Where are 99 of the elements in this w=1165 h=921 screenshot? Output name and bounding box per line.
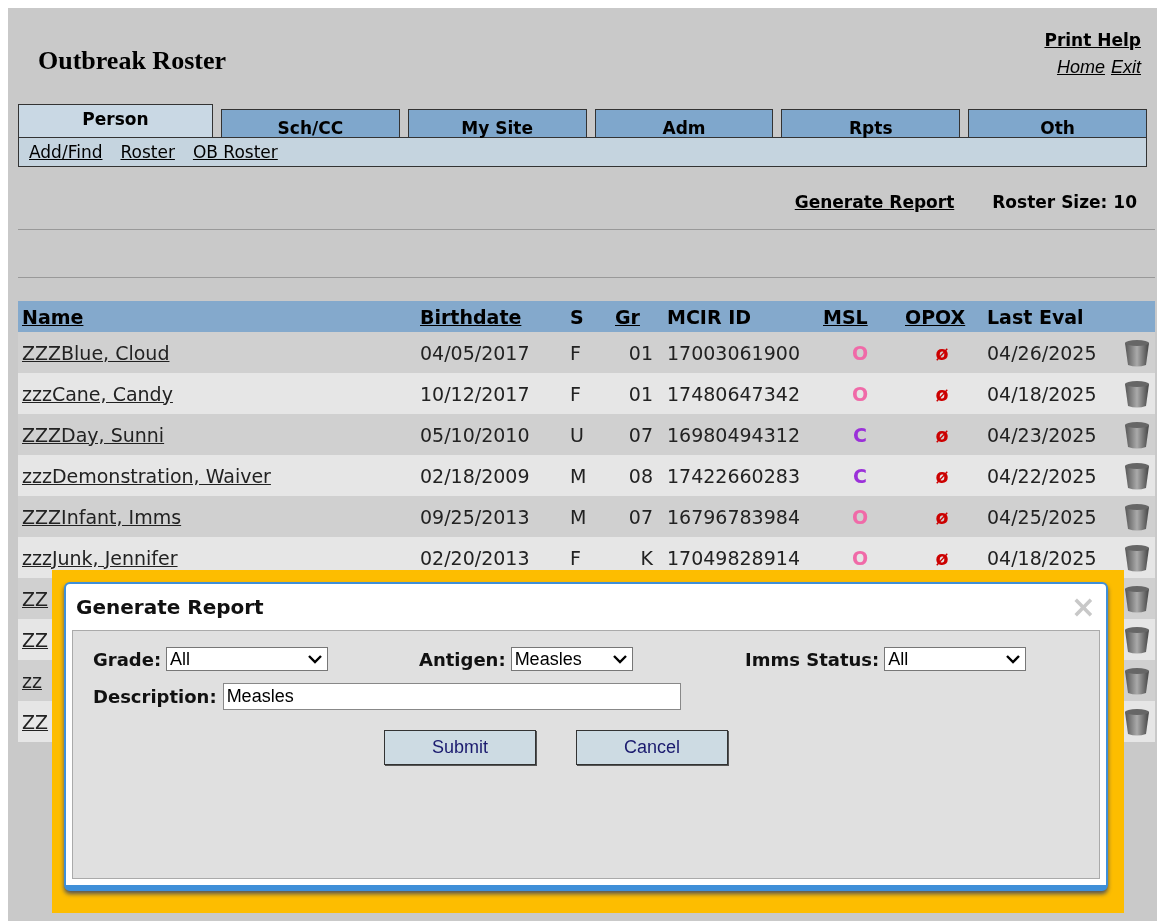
trash-icon[interactable] [1124,666,1150,695]
msl-status: O [851,546,869,569]
grade-cell: 08 [628,464,653,487]
birthdate-cell: 04/05/2017 [420,341,530,364]
birthdate-cell: 02/20/2013 [420,546,530,569]
description-field[interactable]: Measles [222,683,681,710]
msl-status: C [853,464,867,487]
dialog-button[interactable]: Cancel [576,730,728,765]
person-name-link[interactable]: zzzJunk, Jennifer [22,546,178,569]
sex-cell: F [570,341,581,364]
chevron-icon [611,654,628,664]
mcir-id-cell: 17480647342 [667,382,800,405]
msl-status: O [851,505,869,528]
mcir-id-cell: 16796783984 [667,505,800,528]
page-title: Outbreak Roster [38,46,226,77]
last-eval-cell: 04/26/2025 [987,341,1097,364]
opox-status: ø [935,546,949,569]
nav-tab[interactable]: Oth [968,109,1147,137]
last-eval-cell: 04/18/2025 [987,546,1097,569]
grade-cell: 07 [628,505,653,528]
column-header-link[interactable]: Name [18,305,416,328]
sex-cell: F [570,382,581,405]
column-header: S [569,305,585,328]
opox-status: ø [935,423,949,446]
trash-icon[interactable] [1124,502,1150,531]
dropdown[interactable]: All [166,647,329,671]
person-name-link[interactable]: ZZZDay, Sunni [22,423,165,446]
person-name-link[interactable]: ZZ [22,587,49,610]
trash-icon[interactable] [1124,584,1150,613]
subnav-link[interactable]: Roster [120,142,175,162]
nav-tab[interactable]: My Site [407,109,587,137]
trash-icon[interactable] [1124,707,1150,736]
trash-icon[interactable] [1124,338,1150,367]
birthdate-cell: 05/10/2010 [420,423,530,446]
sex-cell: M [570,464,587,487]
grade-cell: K [640,546,653,569]
mcir-id-cell: 17049828914 [667,546,800,569]
nav-tab[interactable]: Rpts [781,109,961,137]
last-eval-cell: 04/25/2025 [987,505,1097,528]
person-name-link[interactable]: ZZ [22,628,49,651]
person-name-link[interactable]: ZZ [22,710,49,733]
last-eval-cell: 04/23/2025 [987,423,1097,446]
dropdown[interactable]: Measles [510,647,633,671]
subnav-link[interactable]: Add/Find [29,142,103,162]
generate-report-link[interactable]: Generate Report [794,192,955,212]
trash-icon[interactable] [1124,461,1150,490]
column-header: MCIR ID [666,305,752,328]
birthdate-cell: 02/18/2009 [420,464,530,487]
field-label: Imms Status: [745,648,880,670]
grade-cell: 07 [628,423,653,446]
header-link[interactable]: Print Help [1044,30,1141,50]
header-link[interactable]: Exit [1111,57,1141,78]
dialog-button[interactable]: Submit [384,730,536,765]
chevron-icon [307,654,324,664]
birthdate-cell: 09/25/2013 [420,505,530,528]
nav-tab[interactable]: Person [18,104,213,137]
header-link[interactable]: Home [1056,57,1105,78]
mcir-id-cell: 17422660283 [667,464,800,487]
dialog-title: Generate Report [76,595,264,619]
nav-tab[interactable]: Sch/CC [221,109,400,137]
sex-cell: M [570,505,587,528]
person-name-link[interactable]: zzzCane, Candy [22,382,173,405]
mcir-id-cell: 17003061900 [667,341,800,364]
grade-cell: 01 [628,382,653,405]
sex-cell: F [570,546,581,569]
column-header-link[interactable]: Gr [611,305,663,328]
trash-icon[interactable] [1124,625,1150,654]
field-label: Antigen: [419,648,506,670]
birthdate-cell: 10/12/2017 [420,382,530,405]
column-header: Last Eval [986,305,1085,328]
person-name-link[interactable]: zz [22,669,42,692]
msl-status: O [851,382,869,405]
last-eval-cell: 04/18/2025 [987,382,1097,405]
field-label: Grade: [93,648,162,670]
sex-cell: U [570,423,584,446]
opox-status: ø [935,464,949,487]
trash-icon[interactable] [1124,543,1150,572]
opox-status: ø [935,341,949,364]
column-header-link[interactable]: MSL [819,305,901,328]
chevron-icon [1005,654,1022,664]
person-name-link[interactable]: ZZZInfant, Imms [22,505,182,528]
msl-status: O [851,341,869,364]
field-label: Description: [93,686,217,707]
roster-size: Roster Size: 10 [992,192,1137,212]
msl-status: C [853,423,867,446]
column-header-link[interactable]: Birthdate [416,305,566,328]
nav-tab[interactable]: Adm [594,109,774,137]
trash-icon[interactable] [1124,420,1150,449]
mcir-id-cell: 16980494312 [667,423,800,446]
opox-status: ø [935,505,949,528]
person-name-link[interactable]: ZZZBlue, Cloud [22,341,170,364]
column-header-link[interactable]: OPOX [901,305,983,328]
opox-status: ø [935,382,949,405]
person-name-link[interactable]: zzzDemonstration, Waiver [22,464,271,487]
trash-icon[interactable] [1124,379,1150,408]
dropdown[interactable]: All [884,647,1027,671]
grade-cell: 01 [628,341,653,364]
subnav-link[interactable]: OB Roster [192,142,278,162]
last-eval-cell: 04/22/2025 [987,464,1097,487]
